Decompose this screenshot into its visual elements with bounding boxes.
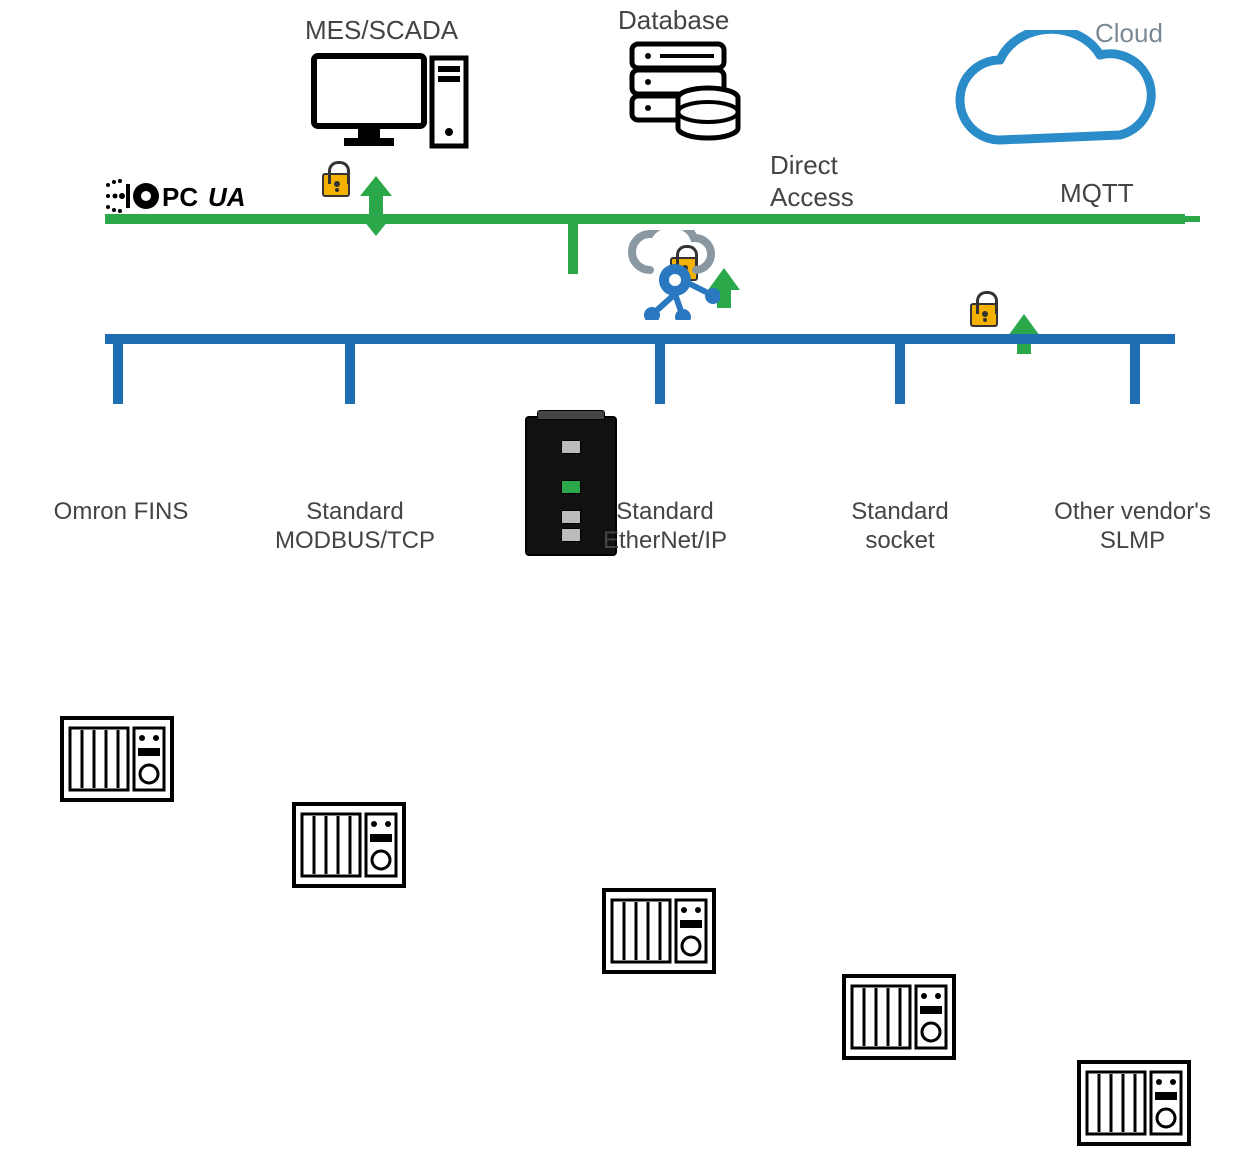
plc3-l2: EtherNet/IP: [603, 527, 727, 554]
plc4-label: Standard socket: [810, 498, 990, 556]
blue-bus: [105, 334, 1175, 344]
mes-scada-label: MES/SCADA: [305, 15, 458, 46]
plc2-label: Standard MODBUS/TCP: [250, 498, 460, 556]
plc-icon: [1077, 1060, 1177, 1146]
plc5-label: Other vendor's SLMP: [1020, 498, 1245, 556]
lock-icon: [970, 303, 998, 327]
lock-icon: [322, 173, 350, 197]
cloud-icon: [940, 30, 1170, 165]
blue-drop: [895, 344, 905, 404]
plc5-l1: Other vendor's: [1054, 498, 1211, 525]
svg-text:PC: PC: [162, 182, 198, 212]
up-arrow-icon: [1008, 314, 1040, 336]
direct-access-l2: Access: [770, 182, 854, 213]
blue-drop: [1130, 344, 1140, 404]
plc3-l1: Standard: [616, 498, 713, 525]
plc-icon: [842, 974, 942, 1060]
blue-drop: [655, 344, 665, 404]
plc-icon: [602, 888, 702, 974]
blue-drop: [345, 344, 355, 404]
blue-drop: [113, 344, 123, 404]
iot-icon: [620, 230, 720, 325]
plc1-label: Omron FINS: [36, 498, 206, 527]
bidirectional-arrow-icon: [360, 176, 392, 236]
plc2-l1: Standard: [306, 498, 403, 525]
plc2-l2: MODBUS/TCP: [275, 527, 435, 554]
green-drop-to-gateway: [568, 214, 578, 274]
direct-access-l1: Direct: [770, 150, 838, 181]
plc5-l2: SLMP: [1100, 527, 1165, 554]
top-green-bus-right-thin: [910, 216, 1200, 222]
svg-text:UA: UA: [208, 182, 246, 212]
mqtt-label: MQTT: [1060, 178, 1134, 209]
plc4-l2: socket: [865, 527, 934, 554]
plc4-l1: Standard: [851, 498, 948, 525]
mes-scada-icon: [310, 52, 470, 157]
plc-icon: [60, 716, 160, 802]
plc-icon: [292, 802, 392, 888]
opc-ua-logo: PC UA: [100, 176, 325, 216]
database-label: Database: [618, 5, 729, 36]
database-icon: [628, 40, 748, 155]
plc3-label: Standard EtherNet/IP: [560, 498, 770, 556]
